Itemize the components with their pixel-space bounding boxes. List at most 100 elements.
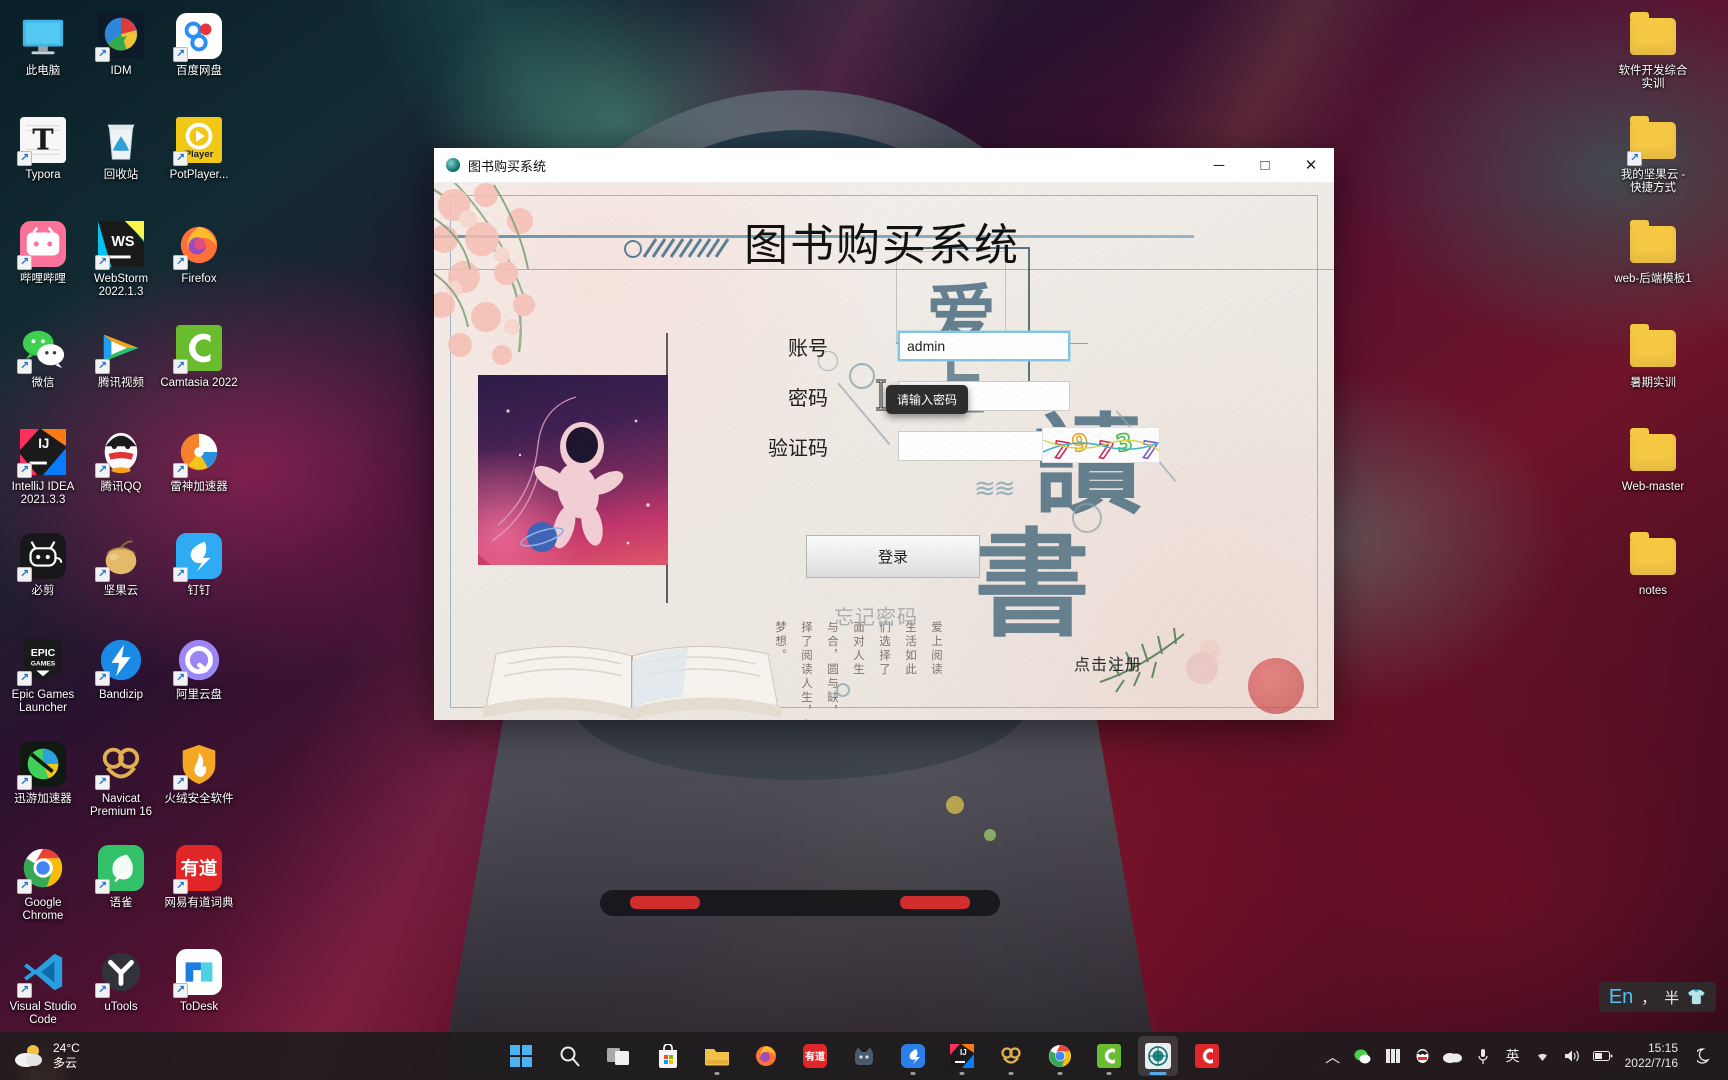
taskbar-google-chrome[interactable] — [1040, 1036, 1080, 1076]
taskbar-book-purchase-system[interactable] — [1138, 1036, 1178, 1076]
poem-column: 择了阅读人生，和书写 — [800, 621, 814, 720]
ime-width-mode[interactable]: 半 — [1664, 987, 1679, 1008]
desktop-icon-folder[interactable]: Web-master — [1614, 424, 1692, 520]
desktop-icon-webstorm[interactable]: WS ↗ WebStorm 2022.1.3 — [82, 216, 160, 312]
desktop-icon-typora[interactable]: T ↗ Typora — [4, 112, 82, 208]
clock[interactable]: 15:15 2022/7/16 — [1619, 1041, 1688, 1071]
taskbar-firefox[interactable] — [746, 1036, 786, 1076]
desktop-icon-leishen-accelerator[interactable]: ↗ 雷神加速器 — [160, 424, 238, 520]
desktop-icon-bijian[interactable]: ↗ 必剪 — [4, 528, 82, 624]
desktop-icon-idm[interactable]: ↗ IDM — [82, 8, 160, 104]
desktop-icon-recycle-bin[interactable]: 回收站 — [82, 112, 160, 208]
taskbar-youdao-dict[interactable]: 有道 — [795, 1036, 835, 1076]
account-input[interactable] — [898, 331, 1070, 361]
taskbar-navicat[interactable] — [991, 1036, 1031, 1076]
qq-tray-icon[interactable] — [1409, 1036, 1437, 1076]
desktop-icon-wechat[interactable]: ↗ 微信 — [4, 320, 82, 416]
desktop[interactable]: 此电脑 ↗ IDM ↗ 百度网盘 T ↗ Typora 回收站 Player ↗ PotPlayer.… — [0, 0, 1728, 1080]
taskbar-running-indicator — [1057, 1072, 1063, 1075]
desktop-icon-baidu-netdisk[interactable]: ↗ 百度网盘 — [160, 8, 238, 104]
minimize-button[interactable]: ─ — [1196, 148, 1242, 183]
wechat-tray-icon[interactable] — [1349, 1036, 1377, 1076]
desktop-icon-label: 微信 — [31, 377, 55, 389]
desktop-icon-folder[interactable]: ↗ 我的坚果云 - 快捷方式 — [1614, 112, 1692, 208]
desktop-icon-folder[interactable]: 软件开发综合实训 — [1614, 8, 1692, 104]
svg-text:EPIC: EPIC — [31, 647, 56, 659]
window-manager-tray-icon[interactable] — [1379, 1036, 1407, 1076]
desktop-icon-potplayer[interactable]: Player ↗ PotPlayer... — [160, 112, 238, 208]
captcha-image[interactable]: 79737 — [1042, 427, 1160, 463]
taskbar-jianying[interactable] — [893, 1036, 933, 1076]
volume-icon[interactable] — [1559, 1036, 1587, 1076]
forgot-password-link[interactable]: 忘记密码 — [834, 601, 918, 630]
taskbar-task-view-button[interactable] — [599, 1036, 639, 1076]
desktop-icon-label: ToDesk — [179, 1001, 219, 1013]
maximize-button[interactable]: □ — [1242, 148, 1288, 183]
desktop-icon-intellij-idea[interactable]: IJ ↗ IntelliJ IDEA 2021.3.3 — [4, 424, 82, 520]
ime-language[interactable]: En — [1609, 986, 1633, 1009]
taskbar-intellij-idea[interactable]: IJ — [942, 1036, 982, 1076]
desktop-icon-dingtalk[interactable]: ↗ 钉钉 — [160, 528, 238, 624]
taskbar-camtasia-recorder[interactable] — [1187, 1036, 1227, 1076]
taskbar-camtasia[interactable] — [1089, 1036, 1129, 1076]
microphone-tray-icon[interactable] — [1469, 1036, 1497, 1076]
taskbar-microsoft-store[interactable] — [648, 1036, 688, 1076]
desktop-icon-yuque[interactable]: ↗ 语雀 — [82, 840, 160, 936]
desktop-icon-vscode[interactable]: ↗ Visual Studio Code — [4, 944, 82, 1040]
desktop-icon-tencent-video[interactable]: ↗ 腾讯视频 — [82, 320, 160, 416]
ime-tray-indicator[interactable]: 英 — [1499, 1036, 1527, 1076]
desktop-icon-youdao-dict[interactable]: 有道 ↗ 网易有道词典 — [160, 840, 238, 936]
desktop-icon-bilibili[interactable]: ↗ 哔哩哔哩 — [4, 216, 82, 312]
desktop-icon-chrome[interactable]: ↗ Google Chrome — [4, 840, 82, 936]
desktop-icon-aliyun-drive[interactable]: ↗ 阿里云盘 — [160, 632, 238, 728]
taskbar[interactable]: 24°C 多云 有道 IJ ︿ 英 15:15 2022/7/16 — [0, 1032, 1728, 1080]
desktop-icon-folder[interactable]: 暑期实训 — [1614, 320, 1692, 416]
weather-widget[interactable]: 24°C 多云 — [0, 1034, 94, 1078]
weather-temperature: 24°C — [53, 1041, 80, 1055]
desktop-icon-epic-games[interactable]: EPIC GAMES ↗ Epic Games Launcher — [4, 632, 82, 728]
window-title: 图书购买系统 — [468, 158, 547, 174]
svg-text:有道: 有道 — [181, 858, 218, 880]
taskbar-running-indicator — [1149, 1072, 1167, 1075]
desktop-icon-todesk[interactable]: ↗ ToDesk — [160, 944, 238, 1040]
desktop-icon-xunyou-accelerator[interactable]: ↗ 迅游加速器 — [4, 736, 82, 832]
ime-skin-icon[interactable]: 👕 — [1687, 988, 1706, 1006]
desktop-icon-label: 回收站 — [103, 169, 139, 181]
desktop-icon-camtasia[interactable]: ↗ Camtasia 2022 — [160, 320, 238, 416]
desktop-icon-bandizip[interactable]: ↗ Bandizip — [82, 632, 160, 728]
desktop-icon-label: 迅游加速器 — [14, 793, 72, 805]
yuque-icon: ↗ — [95, 844, 145, 894]
ime-punctuation-mode[interactable]: ， — [1641, 987, 1656, 1008]
poem-text: 爱上阅读 生活如此 们选择了 面对人生 与合，圆与缺， 择了阅读人生，和书写 梦想。 — [774, 621, 944, 720]
desktop-icon-huorong-security[interactable]: ↗ 火绒安全软件 — [160, 736, 238, 832]
folder-icon — [1629, 11, 1677, 60]
utools-icon: ↗ — [95, 948, 145, 998]
desktop-icon-label: Epic Games Launcher — [11, 689, 75, 714]
tray-overflow-button[interactable]: ︿ — [1319, 1036, 1347, 1076]
taskbar-start-button[interactable] — [501, 1036, 541, 1076]
desktop-icon-firefox[interactable]: ↗ Firefox — [160, 216, 238, 312]
desktop-icon-folder[interactable]: web-后端模板1 — [1614, 216, 1692, 312]
folder-icon — [1629, 323, 1677, 372]
taskbar-gitkraken[interactable] — [844, 1036, 884, 1076]
desktop-icon-this-pc[interactable]: 此电脑 — [4, 8, 82, 104]
desktop-icon-nutstore[interactable]: ↗ 坚果云 — [82, 528, 160, 624]
cloud-tray-icon[interactable] — [1439, 1036, 1467, 1076]
register-link[interactable]: 点击注册 — [1074, 651, 1142, 675]
taskbar-file-explorer[interactable] — [697, 1036, 737, 1076]
notification-moon-icon[interactable] — [1690, 1036, 1718, 1076]
network-icon[interactable] — [1529, 1036, 1557, 1076]
close-button[interactable]: ✕ — [1288, 148, 1334, 183]
book-purchase-system-window[interactable]: 图书购买系统 ─ □ ✕ 爱 讀 書 ≋≋ 图书购买系统 爱上阅读 生活如此 们… — [434, 148, 1334, 720]
battery-icon[interactable] — [1589, 1036, 1617, 1076]
svg-text:3: 3 — [1114, 429, 1135, 458]
desktop-icon-folder[interactable]: notes — [1614, 528, 1692, 624]
taskbar-search-button[interactable] — [550, 1036, 590, 1076]
desktop-icon-navicat[interactable]: ↗ Navicat Premium 16 — [82, 736, 160, 832]
todesk-icon: ↗ — [173, 948, 223, 998]
window-titlebar[interactable]: 图书购买系统 ─ □ ✕ — [434, 148, 1334, 183]
desktop-icon-tencent-qq[interactable]: ↗ 腾讯QQ — [82, 424, 160, 520]
login-button[interactable]: 登录 — [806, 535, 980, 578]
desktop-icon-utools[interactable]: ↗ uTools — [82, 944, 160, 1040]
ime-indicator[interactable]: En ， 半 👕 — [1598, 982, 1716, 1012]
